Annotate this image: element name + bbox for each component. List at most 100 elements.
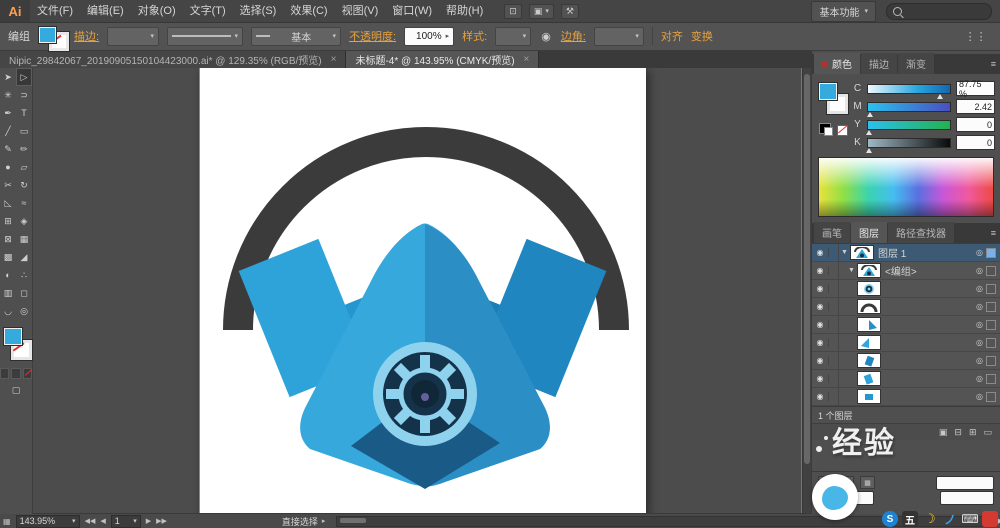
new-layer-button[interactable]: ⊞ — [969, 427, 977, 438]
panel-menu-icon[interactable]: ≡ — [991, 228, 996, 238]
prev-artboard-button[interactable]: ◀ — [100, 517, 105, 525]
lock-cell[interactable] — [829, 388, 839, 405]
free-transform-tool[interactable]: ⊞ — [0, 212, 16, 230]
fill-swatch[interactable] — [39, 27, 56, 43]
cyan-slider[interactable] — [867, 83, 951, 99]
corner-link[interactable]: 边角: — [561, 28, 586, 44]
visibility-eye-icon[interactable]: ◉ — [812, 320, 829, 329]
style-label[interactable]: 样式: — [462, 28, 487, 44]
delete-layer-button[interactable]: ▭ — [983, 427, 992, 438]
last-artboard-button[interactable]: ▶▶ — [156, 517, 167, 525]
menu-file[interactable]: 文件(F) — [30, 0, 80, 22]
tab-pathfinder[interactable]: 路径查找器 — [888, 222, 954, 243]
align-options-icon[interactable]: ⋮⋮ — [963, 30, 989, 43]
scale-tool[interactable]: ◺ — [0, 194, 16, 212]
vertical-guide-right[interactable] — [801, 68, 802, 514]
visibility-eye-icon[interactable]: ◉ — [812, 356, 829, 365]
fill-swatch[interactable] — [4, 328, 22, 345]
layer-row-7[interactable]: ◉ ◎ — [812, 352, 1000, 370]
close-icon[interactable]: × — [331, 54, 337, 65]
layer-row-9[interactable]: ◉ ◎ — [812, 388, 1000, 406]
panel-field-wide[interactable] — [936, 475, 994, 490]
layer-row-3[interactable]: ◉ ◎ — [812, 280, 1000, 298]
expand-arrow-icon[interactable]: ▼ — [839, 249, 850, 256]
shape-builder-tool[interactable]: ◈ — [16, 212, 32, 230]
magenta-value-field[interactable]: 2.42 — [956, 99, 995, 114]
eraser-tool[interactable]: ▱ — [16, 158, 32, 176]
close-icon[interactable]: × — [524, 54, 530, 65]
tab-layers[interactable]: 图层 — [851, 222, 887, 243]
lock-cell[interactable] — [829, 334, 839, 351]
stroke-link[interactable]: 描边: — [74, 28, 99, 44]
canvas[interactable] — [33, 68, 812, 514]
selection-chip[interactable] — [986, 355, 996, 366]
column-graph-tool[interactable]: ▥ — [0, 284, 16, 302]
scrollbar-thumb[interactable] — [340, 517, 367, 523]
type-tool[interactable]: T — [16, 104, 32, 122]
tab-stroke[interactable]: 描边 — [861, 53, 897, 74]
menu-object[interactable]: 对象(O) — [131, 0, 183, 22]
first-artboard-button[interactable]: ◀◀ — [85, 517, 96, 525]
lock-cell[interactable] — [829, 352, 839, 369]
target-icon[interactable]: ◎ — [973, 338, 986, 347]
transform-link[interactable]: 变换 — [691, 28, 713, 44]
menu-edit[interactable]: 编辑(E) — [80, 0, 131, 22]
slider-thumb[interactable] — [936, 93, 943, 99]
draw-inside-mode-button[interactable] — [22, 368, 32, 379]
selection-chip[interactable] — [986, 247, 996, 258]
lock-cell[interactable] — [829, 244, 839, 261]
tab-brushes[interactable]: 画笔 — [814, 222, 850, 243]
document-tab-2[interactable]: 未标题-4* @ 143.95% (CMYK/预览) × — [346, 50, 540, 68]
keyboard-icon[interactable]: ⌨ — [961, 511, 978, 527]
selection-chip[interactable] — [986, 265, 996, 276]
width-tool[interactable]: ≈ — [16, 194, 32, 212]
target-icon[interactable]: ◎ — [973, 320, 986, 329]
visibility-eye-icon[interactable]: ◉ — [812, 266, 829, 275]
lock-cell[interactable] — [829, 370, 839, 387]
style-dropdown[interactable]: ▾ — [495, 26, 532, 46]
tools-icon[interactable]: ⚒ — [560, 3, 579, 19]
expand-arrow-icon[interactable]: ▼ — [846, 267, 857, 274]
pencil-tool[interactable]: ✏ — [16, 140, 32, 158]
zoom-tool[interactable]: ◎ — [16, 302, 32, 320]
workspace-switcher[interactable]: 基本功能 ▾ — [811, 0, 876, 22]
target-icon[interactable]: ◎ — [973, 248, 986, 257]
layer-name[interactable]: 图层 1 — [878, 245, 973, 260]
toolbar-fill-stroke[interactable] — [0, 326, 32, 366]
artboard-number-field[interactable]: 1 ▾ — [110, 514, 141, 528]
draw-normal-mode-button[interactable] — [0, 368, 10, 379]
arrange-documents-icon[interactable]: ▣ ▾ — [528, 3, 554, 19]
color-spectrum[interactable] — [818, 157, 994, 217]
dock-button-3[interactable]: ▦ — [860, 476, 875, 489]
layer-row-2[interactable]: ◉ ▼ <编组> ◎ — [812, 262, 1000, 280]
tray-icon-red[interactable] — [982, 511, 998, 527]
menu-effect[interactable]: 效果(C) — [283, 0, 334, 22]
visibility-eye-icon[interactable]: ◉ — [812, 284, 829, 293]
pen-tool[interactable]: ✒ — [0, 104, 16, 122]
magic-wand-tool[interactable]: ✳ — [0, 86, 16, 104]
tab-color[interactable]: 颜色 — [814, 53, 860, 74]
panel-field-right[interactable] — [940, 490, 994, 505]
screen-mode-button[interactable]: ▢ — [12, 385, 21, 396]
selection-chip[interactable] — [986, 337, 996, 348]
direct-selection-tool[interactable]: ▷ — [16, 68, 32, 86]
stroke-weight-dropdown[interactable]: ▾ — [107, 26, 160, 46]
cyan-value-field[interactable]: 87.75 % — [956, 79, 995, 99]
opacity-field[interactable]: 100% ▸ — [404, 26, 455, 46]
target-icon[interactable]: ◎ — [973, 284, 986, 293]
scrollbar-thumb[interactable] — [804, 74, 810, 464]
next-artboard-button[interactable]: ▶ — [146, 517, 151, 525]
visibility-eye-icon[interactable]: ◉ — [812, 302, 829, 311]
selection-chip[interactable] — [986, 391, 996, 402]
target-icon[interactable]: ◎ — [973, 356, 986, 365]
visibility-eye-icon[interactable]: ◉ — [812, 248, 829, 257]
none-swatch[interactable] — [837, 125, 848, 136]
slider-thumb[interactable] — [865, 147, 872, 153]
perspective-grid-tool[interactable]: ⊠ — [0, 230, 16, 248]
zoom-level-dropdown[interactable]: 143.95% ▾ — [15, 514, 80, 528]
tray-icon-s[interactable]: S — [882, 511, 898, 527]
draw-behind-mode-button[interactable] — [11, 368, 21, 379]
layer-row-1[interactable]: ◉ ▼ 图层 1 ◎ — [812, 244, 1000, 262]
blend-tool[interactable]: ◐ — [0, 266, 16, 284]
selection-chip[interactable] — [986, 301, 996, 312]
